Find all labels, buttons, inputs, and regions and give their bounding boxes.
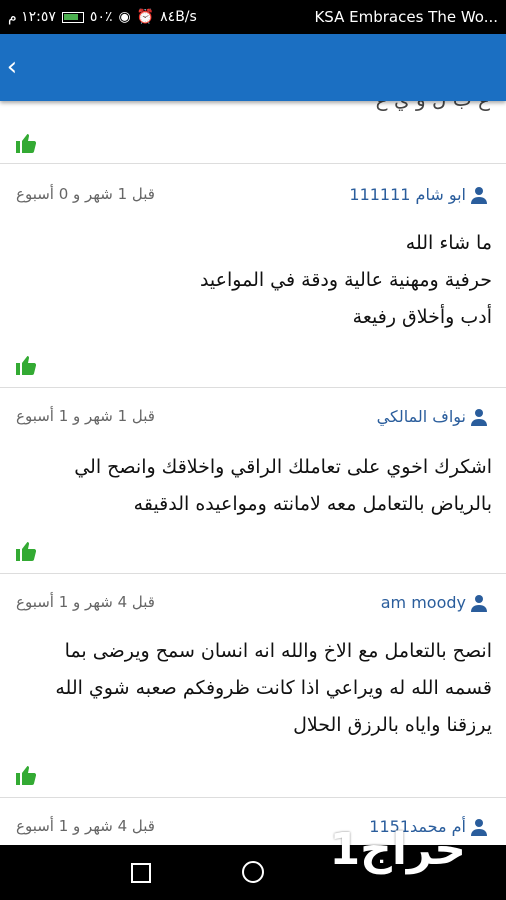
comment-meta: نواف المالكي قبل 1 شهر و 1 أسبوع <box>0 407 506 431</box>
battery-level: ٥٠٪ <box>89 9 113 25</box>
author-name: am moody <box>380 593 466 612</box>
comment-time: قبل 1 شهر و 1 أسبوع <box>16 407 155 425</box>
notification-text: KSA Embraces The Wo... <box>314 8 498 26</box>
comment-item: نواف المالكي قبل 1 شهر و 1 أسبوع اشكرك ا… <box>0 387 506 573</box>
comment-body: ما شاء الله حرفية ومهنية عالية ودقة في ا… <box>14 225 492 336</box>
comment-line: ما شاء الله <box>405 232 492 254</box>
comment-author[interactable]: نواف المالكي <box>377 407 488 426</box>
author-name: ابو شام 111111 <box>349 185 466 204</box>
comment-time: قبل 4 شهر و 1 أسبوع <box>16 593 155 611</box>
author-name: نواف المالكي <box>376 407 466 426</box>
status-icons: ١٢:٥٧ م ٥٠٪ ◉ ⏰ ٨٤B/s <box>8 9 197 25</box>
comment-body: اشكرك اخوي على تعاملك الراقي واخلاقك وان… <box>14 449 492 523</box>
comment-line: اشكرك اخوي على تعاملك الراقي واخلاقك وان… <box>74 456 492 478</box>
clock: ١٢:٥٧ م <box>8 9 56 25</box>
alarm-icon: ⏰ <box>136 9 155 25</box>
comment-line: حرفية ومهنية عالية ودقة في المواعيد <box>199 269 492 291</box>
thumbs-up-icon[interactable] <box>14 763 38 787</box>
comment-item: ابو شام 111111 قبل 1 شهر و 0 أسبوع ما شا… <box>0 163 506 387</box>
eye-icon: ◉ <box>118 9 131 25</box>
battery-icon <box>61 11 84 23</box>
haraj-logo-watermark: حراج1 <box>300 820 490 890</box>
user-icon <box>471 186 487 204</box>
watermark-text: حراج1 <box>329 824 467 875</box>
thumbs-up-icon[interactable] <box>14 131 38 155</box>
circle-home-icon[interactable] <box>242 861 264 883</box>
user-icon <box>471 594 487 612</box>
comments-list[interactable]: ع ب ل و ي ع ابو شام 111111 قبل 1 شهر و 0… <box>0 101 506 845</box>
comment-line: انصح بالتعامل مع الاخ والله انه انسان سم… <box>64 640 492 662</box>
comment-time: قبل 1 شهر و 0 أسبوع <box>16 185 155 203</box>
comment-author[interactable]: ابو شام 111111 <box>349 185 488 204</box>
comment-line: بالرياض بالتعامل معه لامانته ومواعيده ال… <box>133 493 492 515</box>
comment-meta: ابو شام 111111 قبل 1 شهر و 0 أسبوع <box>0 185 506 209</box>
network-speed: ٨٤B/s <box>160 9 197 25</box>
user-icon <box>471 408 487 426</box>
comment-author[interactable]: am moody <box>381 593 488 612</box>
comment-item: am moody قبل 4 شهر و 1 أسبوع انصح بالتعا… <box>0 573 506 797</box>
square-recents-icon[interactable] <box>131 863 151 883</box>
comment-time: قبل 4 شهر و 1 أسبوع <box>16 817 155 835</box>
comment-line: قسمه الله له ويراعي اذا كانت ظروفكم صعبه… <box>55 677 492 699</box>
status-bar: ١٢:٥٧ م ٥٠٪ ◉ ⏰ ٨٤B/s KSA Embraces The W… <box>0 0 506 34</box>
comment-body: انصح بالتعامل مع الاخ والله انه انسان سم… <box>14 633 492 744</box>
comment-meta: am moody قبل 4 شهر و 1 أسبوع <box>0 593 506 617</box>
previous-comment-text: ع ب ل و ي ع <box>376 101 490 111</box>
thumbs-up-icon[interactable] <box>14 539 38 563</box>
app-bar: ‹ <box>0 34 506 101</box>
chevron-left-icon[interactable]: ‹ <box>2 52 22 82</box>
thumbs-up-icon[interactable] <box>14 353 38 377</box>
comment-line: أدب وأخلاق رفيعة <box>352 306 492 328</box>
comment-line: يرزقنا واياه بالرزق الحلال <box>293 714 492 736</box>
